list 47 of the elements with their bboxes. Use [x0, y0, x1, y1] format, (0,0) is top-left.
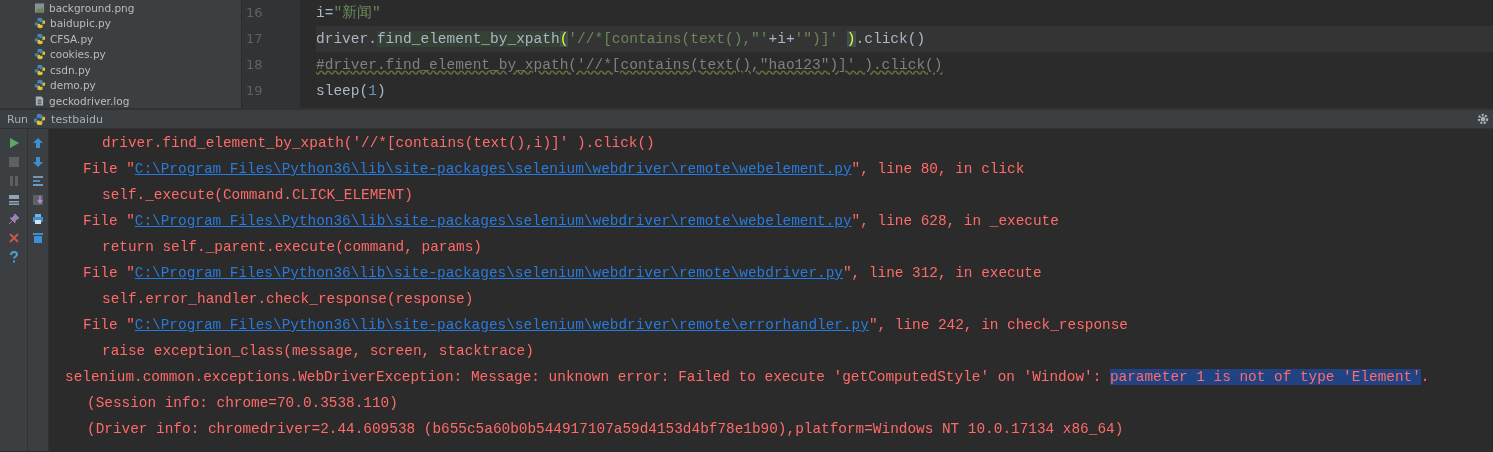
- file-tree-item[interactable]: CFSA.py: [34, 31, 94, 47]
- file-tree-item[interactable]: baidupic.py: [34, 15, 111, 31]
- python-file-icon: [34, 79, 46, 92]
- file-path-link[interactable]: C:\Program Files\Python36\lib\site-packages\selenium\webdriver\remote\webelement.py: [134, 161, 852, 177]
- run-configuration-name[interactable]: testbaidu: [51, 112, 103, 126]
- error-info: (Driver info: chromedriver=2.44.609538 (b655c5a60b0b544917107a59d4153d4bf78e1b90),platform=Windows NT 10.0.17134 x86_64): [86, 420, 1124, 439]
- close-icon[interactable]: [7, 232, 20, 244]
- file-tree-item[interactable]: cookies.py: [34, 46, 106, 62]
- scroll-to-end-icon[interactable]: [32, 194, 44, 206]
- image-file-icon: [34, 1, 45, 14]
- up-arrow-icon[interactable]: [32, 137, 44, 149]
- python-file-icon: [34, 48, 46, 61]
- code-line: sleep(1): [316, 82, 386, 101]
- down-arrow-icon[interactable]: [32, 156, 44, 168]
- trash-icon[interactable]: [32, 232, 44, 244]
- file-path-link[interactable]: C:\Program Files\Python36\lib\site-packages\selenium\webdriver\remote\webdriver.py: [134, 265, 843, 281]
- print-icon[interactable]: [32, 213, 44, 225]
- python-file-icon: [34, 32, 46, 45]
- traceback-code: driver.find_element_by_xpath('//*[contains(text(),i)]' ).click(): [101, 134, 655, 153]
- run-panel-title: Run: [7, 112, 29, 126]
- traceback-code: raise exception_class(message, screen, stacktrace): [101, 342, 534, 361]
- error-info: (Session info: chrome=70.0.3538.110): [86, 394, 398, 413]
- traceback-code: self._execute(Command.CLICK_ELEMENT): [101, 186, 413, 205]
- code-line: i="新闻": [316, 3, 381, 23]
- python-file-icon: [34, 17, 46, 30]
- traceback-code: self.error_handler.check_response(response): [101, 290, 474, 309]
- file-path-link[interactable]: C:\Program Files\Python36\lib\site-packages\selenium\webdriver\remote\errorhandler.py: [134, 317, 869, 333]
- error-message: selenium.common.exceptions.WebDriverException: Message: unknown error: Failed to execute 'getComputedStyle' on 'Window': parameter 1 is not of type 'Element'.: [65, 368, 1430, 387]
- file-tree-item[interactable]: csdn.py: [34, 62, 91, 78]
- pin-icon[interactable]: [7, 213, 20, 225]
- help-icon[interactable]: [7, 251, 20, 263]
- traceback-line: File "C:\Program Files\Python36\lib\site-packages\selenium\webdriver\remote\webdriver.py", line 312, in execute: [82, 264, 1042, 283]
- traceback-code: return self._parent.execute(command, params): [101, 238, 482, 257]
- file-tree-item[interactable]: background.png: [34, 0, 135, 16]
- wrap-icon[interactable]: [32, 175, 44, 187]
- layout-icon[interactable]: [7, 194, 20, 206]
- traceback-line: File "C:\Program Files\Python36\lib\site-packages\selenium\webdriver\remote\webelement.py", line 628, in _execute: [82, 212, 1059, 231]
- traceback-line: File "C:\Program Files\Python36\lib\site-packages\selenium\webdriver\remote\errorhandler.py", line 242, in check_response: [82, 316, 1128, 335]
- code-line: #driver.find_element_by_xpath('//*[contains(text(),"hao123")]' ).click(): [316, 56, 943, 75]
- python-icon: [33, 112, 47, 126]
- run-icon[interactable]: [7, 137, 20, 149]
- file-path-link[interactable]: C:\Program Files\Python36\lib\site-packages\selenium\webdriver\remote\webelement.py: [134, 213, 852, 229]
- file-tree-item[interactable]: geckodriver.log: [34, 93, 130, 109]
- python-file-icon: [34, 63, 46, 76]
- file-tree-item[interactable]: demo.py: [34, 77, 96, 93]
- settings-icon[interactable]: [1477, 113, 1489, 125]
- traceback-line: File "C:\Program Files\Python36\lib\site-packages\selenium\webdriver\remote\webelement.py", line 80, in click: [82, 160, 1025, 179]
